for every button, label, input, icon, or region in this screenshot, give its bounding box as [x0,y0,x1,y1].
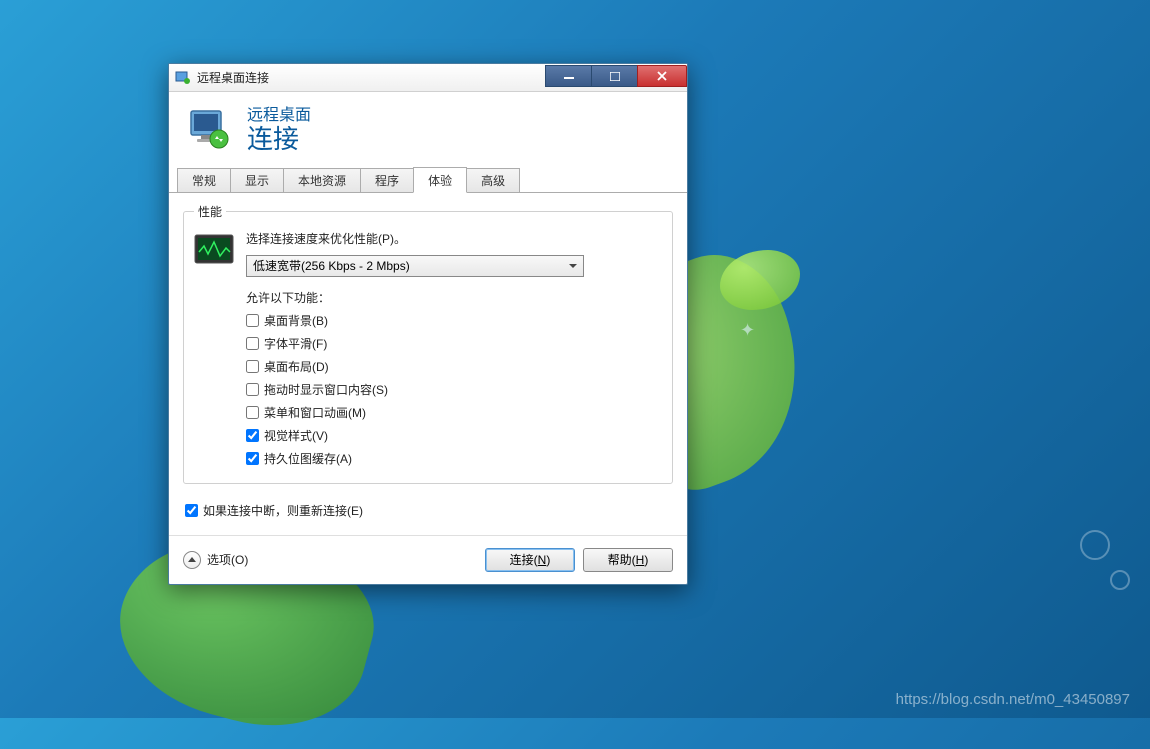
titlebar[interactable]: 远程桌面连接 [169,64,687,92]
checkbox-input[interactable] [246,314,259,327]
checkbox-input[interactable] [246,337,259,350]
allow-features-label: 允许以下功能： [246,289,662,306]
maximize-button[interactable] [591,65,637,87]
app-icon [175,70,191,86]
window-title: 远程桌面连接 [197,69,545,86]
checkbox-desktop-composition[interactable]: 桌面布局(D) [246,358,662,375]
tab-display[interactable]: 显示 [230,168,284,192]
options-toggle-button[interactable]: 选项(O) [183,551,248,569]
header-title: 远程桌面 [247,106,311,125]
watermark-text: https://blog.csdn.net/m0_43450897 [896,691,1130,708]
speed-description: 选择连接速度来优化性能(P)。 [246,230,662,247]
checkbox-font-smoothing[interactable]: 字体平滑(F) [246,335,662,352]
tab-content-experience: 性能 选择连接速度来优化性能(P)。 低速宽带(256 Kbps - 2 Mbp… [169,192,687,535]
checkbox-desktop-background[interactable]: 桌面背景(B) [246,312,662,329]
help-button[interactable]: 帮助(H) [583,548,673,572]
speed-value: 低速宽带(256 Kbps - 2 Mbps) [253,257,410,274]
checkbox-reconnect[interactable]: 如果连接中断，则重新连接(E) [183,502,673,519]
checkbox-input[interactable] [246,406,259,419]
performance-group: 性能 选择连接速度来优化性能(P)。 低速宽带(256 Kbps - 2 Mbp… [183,203,673,484]
feature-checkbox-list: 桌面背景(B) 字体平滑(F) 桌面布局(D) 拖动时显示窗口内容(S) 菜单和… [246,312,662,467]
minimize-button[interactable] [545,65,591,87]
connect-button[interactable]: 连接(N) [485,548,575,572]
decorative-bubble [1110,570,1130,590]
tab-advanced[interactable]: 高级 [466,168,520,192]
decorative-bubble [1080,530,1110,560]
checkbox-input[interactable] [246,429,259,442]
close-button[interactable] [637,65,687,87]
decorative-butterfly: ✦ [740,320,755,341]
checkbox-input[interactable] [246,360,259,373]
tab-bar: 常规 显示 本地资源 程序 体验 高级 [169,168,687,192]
tab-general[interactable]: 常规 [177,168,231,192]
connection-speed-dropdown[interactable]: 低速宽带(256 Kbps - 2 Mbps) [246,255,584,277]
checkbox-input[interactable] [246,452,259,465]
checkbox-input[interactable] [185,504,198,517]
checkbox-window-drag-contents[interactable]: 拖动时显示窗口内容(S) [246,381,662,398]
chevron-up-icon [183,551,201,569]
performance-icon [194,234,234,266]
checkbox-input[interactable] [246,383,259,396]
checkbox-menu-animation[interactable]: 菜单和窗口动画(M) [246,404,662,421]
options-label: 选项(O) [207,551,248,568]
dialog-footer: 选项(O) 连接(N) 帮助(H) [169,535,687,584]
rdp-dialog-window: 远程桌面连接 远程桌面 连接 常规 显示 本地资源 程序 体验 [168,63,688,585]
performance-legend: 性能 [194,203,226,220]
tab-programs[interactable]: 程序 [360,168,414,192]
checkbox-bitmap-caching[interactable]: 持久位图缓存(A) [246,450,662,467]
header-subtitle: 连接 [247,125,311,154]
rdp-icon [187,107,233,153]
checkbox-visual-styles[interactable]: 视觉样式(V) [246,427,662,444]
tab-experience[interactable]: 体验 [413,167,467,193]
tab-local-resources[interactable]: 本地资源 [283,168,361,192]
dialog-header: 远程桌面 连接 [169,92,687,168]
